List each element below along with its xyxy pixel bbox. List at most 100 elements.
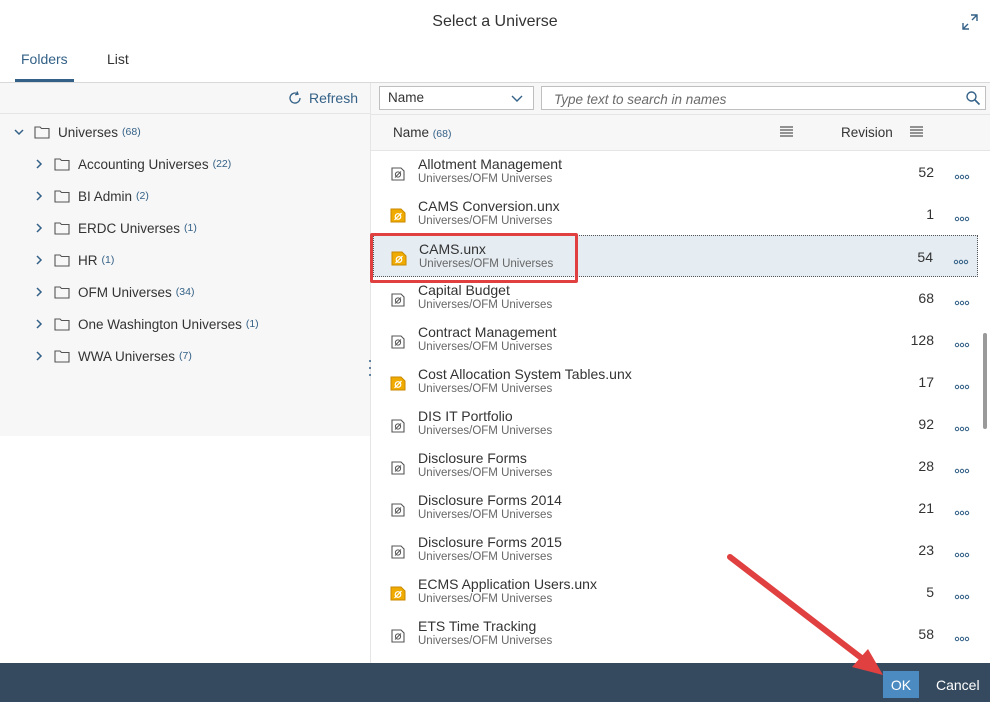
column-menu-icon[interactable] [780,126,793,137]
folder-pane: Refresh Universes (68) Accounting Univer… [0,83,370,663]
list-item-revision: 21 [918,500,934,516]
list-item-name: Disclosure Forms [418,450,527,466]
tree-node-accounting-universes[interactable]: Accounting Universes (22) [0,148,402,180]
list-item-name: Allotment Management [418,156,562,172]
list-item-name: Cost Allocation System Tables.unx [418,366,632,382]
universe-unx-icon [389,374,407,392]
more-options-icon[interactable] [954,378,970,390]
list-item[interactable]: Disclosure Forms Universes/OFM Universes 2… [373,445,978,487]
chevron-down-icon[interactable] [12,125,26,139]
column-header-name[interactable]: Name (68) [393,125,451,140]
list-item-path: Universes/OFM Universes [418,173,553,185]
list-item-revision: 52 [918,164,934,180]
universe-unv-icon [389,542,407,560]
list-item[interactable]: DIS IT Portfolio Universes/OFM Universes 9… [373,403,978,445]
list-item-name: Capital Budget [418,282,510,298]
folder-toolbar: Refresh [0,83,370,114]
tree-node-ofm-universes[interactable]: OFM Universes (34) [0,276,402,308]
more-options-icon[interactable] [954,462,970,474]
refresh-button[interactable]: Refresh [287,88,358,108]
list-item-path: Universes/OFM Universes [418,593,553,605]
chevron-right-icon[interactable] [32,157,46,171]
search-box [541,86,986,110]
universe-list-pane: Name Name (68) Revision Allotment Manage… [371,83,990,663]
list-item[interactable]: ECMS Application Users.unx Universes/OFM … [373,571,978,613]
tree-node-count: (1) [184,222,197,234]
tree-node-wwa-universes[interactable]: WWA Universes (7) [0,340,402,372]
tree-node-count: (1) [101,254,115,266]
tree-node-universes[interactable]: Universes (68) [0,116,382,148]
list-item-name: DIS IT Portfolio [418,408,513,424]
list-item[interactable]: Capital Budget Universes/OFM Universes 68 [373,277,978,319]
list-item-path: Universes/OFM Universes [418,635,553,647]
more-options-icon[interactable] [954,420,970,432]
universe-unx-icon [389,584,407,602]
ok-button[interactable]: OK [883,671,919,698]
search-field-select[interactable]: Name [379,86,534,110]
list-item[interactable]: Cost Allocation System Tables.unx Univers… [373,361,978,403]
tree-node-count: (7) [179,350,192,362]
chevron-right-icon[interactable] [32,221,46,235]
more-options-icon[interactable] [954,168,970,180]
universe-unx-icon [389,206,407,224]
chevron-right-icon[interactable] [32,349,46,363]
folder-icon [54,286,70,299]
chevron-right-icon[interactable] [32,253,46,267]
tab-folders[interactable]: Folders [15,44,74,82]
list-item-revision: 5 [926,584,934,600]
list-item[interactable]: Allotment Management Universes/OFM Univer… [373,151,978,193]
more-options-icon[interactable] [953,253,969,265]
tree-node-label: OFM Universes [78,284,172,300]
tree-node-count: (1) [245,318,259,330]
tree-node-bi-admin[interactable]: BI Admin (2) [0,180,402,212]
list-item-revision: 92 [918,416,934,432]
list-item-revision: 17 [918,374,934,390]
tree-node-hr[interactable]: HR (1) [0,244,402,276]
tree-node-label: Universes [58,124,119,140]
tree-node-one-washington-universes[interactable]: One Washington Universes (1) [0,308,402,340]
expand-icon[interactable] [960,12,980,32]
list-item-name: Disclosure Forms 2014 [418,492,562,508]
search-toolbar: Name [371,83,990,115]
chevron-right-icon[interactable] [32,285,46,299]
tree-node-count: (34) [175,286,195,298]
tree-node-erdc-universes[interactable]: ERDC Universes (1) [0,212,402,244]
chevron-right-icon[interactable] [32,317,46,331]
more-options-icon[interactable] [954,210,970,222]
dialog-header: Select a Universe [0,0,990,45]
column-header-name-count: (68) [432,128,452,140]
list-item-revision: 58 [918,626,934,642]
cancel-button[interactable]: Cancel [928,671,990,698]
universe-unv-icon [389,416,407,434]
list-item-name: Contract Management [418,324,557,340]
more-options-icon[interactable] [954,588,970,600]
list-item[interactable]: Disclosure Forms 2014 Universes/OFM Unive… [373,487,978,529]
list-item[interactable]: CAMS.unx Universes/OFM Universes 54 [373,235,978,277]
column-header-revision[interactable]: Revision [841,125,893,140]
search-input[interactable] [552,89,936,109]
more-options-icon[interactable] [954,336,970,348]
search-icon[interactable] [965,90,981,106]
tree-node-label: ERDC Universes [78,220,181,236]
more-options-icon[interactable] [954,504,970,516]
universe-unv-icon [389,500,407,518]
more-options-icon[interactable] [954,630,970,642]
folder-tree: Universes (68) Accounting Universes (22)… [0,114,370,436]
more-options-icon[interactable] [954,546,970,558]
universe-unx-icon [390,249,408,267]
tree-node-label: BI Admin [78,188,133,204]
list-item[interactable]: CAMS Conversion.unx Universes/OFM Univers… [373,193,978,235]
list-item[interactable]: Disclosure Forms 2015 Universes/OFM Unive… [373,529,978,571]
more-options-icon[interactable] [954,294,970,306]
list-item[interactable]: Contract Management Universes/OFM Univers… [373,319,978,361]
tree-node-count: (2) [136,190,149,202]
tree-node-label: WWA Universes [78,348,176,364]
list-item-revision: 1 [926,206,934,222]
list-item[interactable]: ETS Time Tracking Universes/OFM Universes… [373,613,978,655]
list-scrollbar[interactable] [983,333,987,429]
tab-list[interactable]: List [107,44,129,82]
list-item-revision: 128 [910,332,934,348]
list-item-revision: 28 [918,458,934,474]
column-menu-icon[interactable] [910,126,923,137]
chevron-right-icon[interactable] [32,189,46,203]
